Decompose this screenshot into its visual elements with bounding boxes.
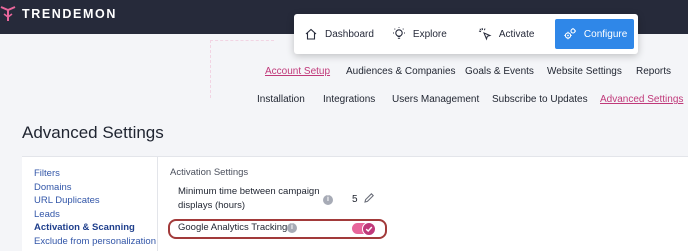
nav-users-management[interactable]: Users Management bbox=[392, 94, 479, 105]
nav-installation[interactable]: Installation bbox=[257, 94, 305, 105]
menu-item-activate[interactable]: Activate bbox=[478, 19, 553, 49]
info-icon[interactable]: i bbox=[287, 223, 297, 233]
secondary-nav: Installation Integrations Users Manageme… bbox=[0, 94, 688, 108]
menu-item-label: Dashboard bbox=[325, 28, 374, 40]
lightbulb-icon bbox=[392, 27, 405, 39]
brand-logo[interactable]: TRENDEMON bbox=[0, 4, 117, 24]
page-title: Advanced Settings bbox=[22, 123, 164, 142]
side-item-domains[interactable]: Domains bbox=[34, 181, 160, 195]
google-analytics-label: Google Analytics Tracking bbox=[178, 222, 288, 233]
google-analytics-toggle[interactable] bbox=[352, 221, 376, 236]
pencil-icon[interactable] bbox=[363, 192, 375, 204]
cursor-click-icon bbox=[478, 27, 492, 41]
side-item-url-duplicates[interactable]: URL Duplicates bbox=[34, 194, 160, 208]
nav-account-setup[interactable]: Account Setup bbox=[265, 66, 330, 77]
nav-integrations[interactable]: Integrations bbox=[323, 94, 375, 105]
nav-website-settings[interactable]: Website Settings bbox=[547, 66, 622, 77]
primary-nav: Account Setup Audiences & Companies Goal… bbox=[0, 66, 688, 80]
home-icon bbox=[305, 28, 317, 40]
nav-advanced-settings[interactable]: Advanced Settings bbox=[600, 94, 683, 105]
min-time-label: Minimum time between campaign displays (… bbox=[178, 186, 320, 211]
menu-item-label: Explore bbox=[412, 28, 447, 40]
menu-item-explore[interactable]: Explore bbox=[392, 19, 475, 49]
section-title: Activation Settings bbox=[170, 167, 249, 178]
toggle-knob bbox=[362, 221, 376, 236]
side-item-exclude-personalization[interactable]: Exclude from personalization bbox=[34, 235, 160, 249]
trendemon-logo-icon bbox=[0, 6, 16, 21]
min-time-value: 5 bbox=[352, 194, 358, 205]
main-menu-popup: Dashboard Explore Activate Configure bbox=[294, 14, 638, 54]
menu-item-label: Activate bbox=[498, 28, 535, 40]
check-icon bbox=[365, 226, 373, 232]
nav-audiences-companies[interactable]: Audiences & Companies bbox=[346, 66, 456, 77]
menu-item-label: Configure bbox=[583, 28, 628, 40]
side-item-leads[interactable]: Leads bbox=[34, 208, 160, 222]
nav-goals-events[interactable]: Goals & Events bbox=[465, 66, 534, 77]
settings-side-nav: Filters Domains URL Duplicates Leads Act… bbox=[34, 167, 160, 249]
menu-item-dashboard[interactable]: Dashboard bbox=[304, 19, 389, 49]
app-window: TRENDEMON Dashboard Explore Activate Con… bbox=[0, 0, 688, 251]
brand-name: TRENDEMON bbox=[22, 7, 117, 21]
nav-subscribe-updates[interactable]: Subscribe to Updates bbox=[492, 94, 588, 105]
nav-reports[interactable]: Reports bbox=[636, 66, 671, 77]
gears-icon bbox=[564, 28, 576, 40]
side-item-activation-scanning[interactable]: Activation & Scanning bbox=[34, 221, 160, 235]
menu-item-configure[interactable]: Configure bbox=[554, 19, 634, 49]
info-icon[interactable]: i bbox=[323, 195, 333, 205]
card-divider bbox=[157, 157, 158, 251]
settings-card: Filters Domains URL Duplicates Leads Act… bbox=[22, 156, 688, 251]
side-item-filters[interactable]: Filters bbox=[34, 167, 160, 181]
